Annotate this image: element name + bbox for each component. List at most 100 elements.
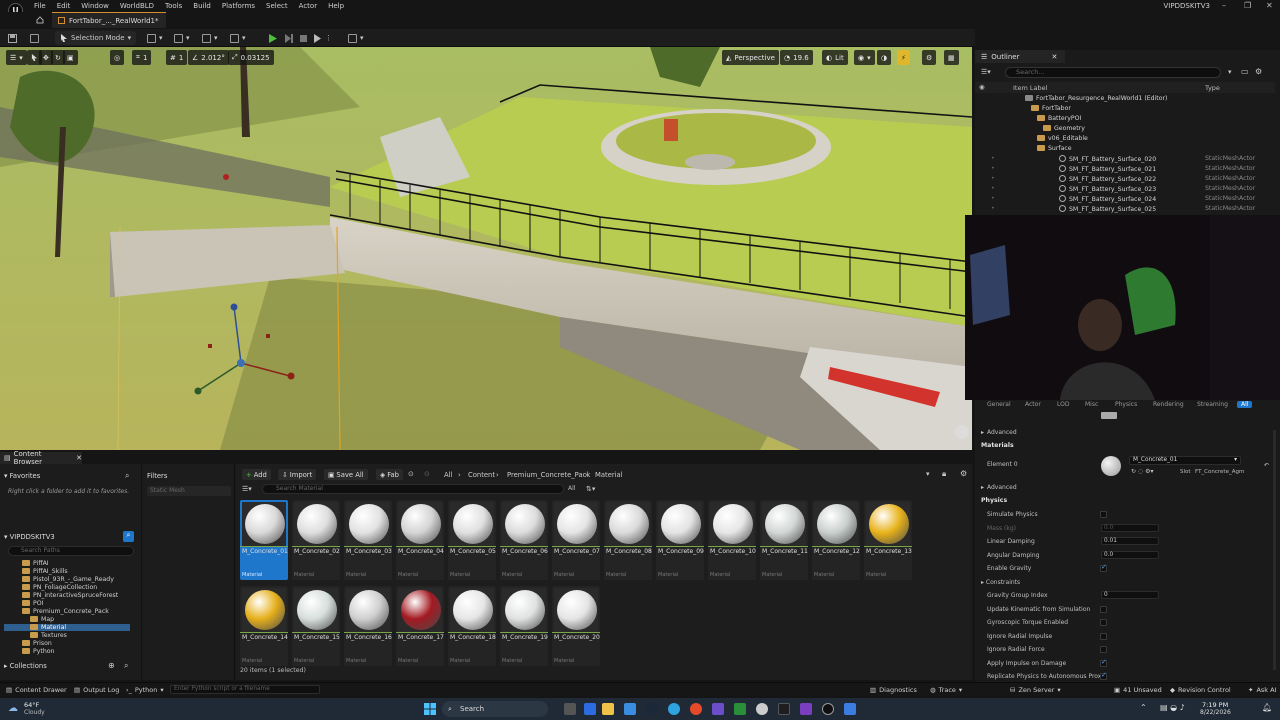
- asset-tile[interactable]: M_Concrete_16 Material: [344, 586, 392, 666]
- materials-section-header[interactable]: Materials: [981, 442, 1014, 449]
- path-tree-item[interactable]: POI: [22, 600, 43, 607]
- menu-select[interactable]: Select: [266, 2, 288, 10]
- unsaved-button[interactable]: ▣ 41 Unsaved: [1114, 686, 1162, 694]
- path-tree-item[interactable]: PiffAI_Skills: [22, 568, 68, 575]
- viewport-settings-button[interactable]: ⚙: [922, 50, 937, 65]
- path-tree-item[interactable]: Premium_Concrete_Pack: [22, 608, 109, 615]
- breadcrumb-content[interactable]: Content: [468, 471, 495, 479]
- outliner-row-actor[interactable]: • SM_FT_Battery_Surface_020 StaticMeshActo…: [975, 155, 1275, 165]
- menu-platforms[interactable]: Platforms: [222, 2, 255, 10]
- forward-arrow-icon[interactable]: ⊙: [424, 470, 430, 478]
- trace-button[interactable]: ◍ Trace ▾: [930, 686, 962, 694]
- visibility-icon[interactable]: •: [991, 205, 995, 212]
- windows-start-icon[interactable]: [424, 703, 436, 715]
- asset-tile[interactable]: M_Concrete_13 Material: [864, 500, 912, 580]
- asset-tile[interactable]: M_Concrete_11 Material: [760, 500, 808, 580]
- level-viewport[interactable]: [0, 47, 972, 450]
- asset-search-input[interactable]: Search Material: [262, 484, 564, 494]
- advanced-toggle[interactable]: Advanced: [987, 429, 1017, 436]
- world-local-toggle[interactable]: ◎: [110, 50, 125, 65]
- search-mode-all[interactable]: All: [568, 485, 575, 492]
- scale-snap-button[interactable]: ⤢ 0.03125: [228, 50, 274, 65]
- breadcrumb-pack[interactable]: Premium_Concrete_Pack: [507, 471, 590, 479]
- property-number-field[interactable]: 0.0: [1101, 550, 1159, 559]
- app-icon[interactable]: [800, 703, 812, 715]
- asset-tile[interactable]: M_Concrete_17 Material: [396, 586, 444, 666]
- gear-icon[interactable]: ⚙: [960, 469, 967, 478]
- outliner-row-actor[interactable]: • SM_FT_Battery_Surface_022 StaticMeshActo…: [975, 175, 1275, 185]
- physics-section-header[interactable]: Physics: [981, 497, 1007, 504]
- tab-misc[interactable]: Misc: [1085, 401, 1098, 408]
- import-button[interactable]: ⇩ Import: [278, 469, 317, 480]
- favorites-header[interactable]: ▾ Favorites: [4, 472, 40, 480]
- material-thumbnail[interactable]: [1101, 456, 1121, 476]
- tab-rendering[interactable]: Rendering: [1153, 401, 1184, 408]
- viewport-layout-button[interactable]: ▦: [944, 50, 959, 65]
- visibility-icon[interactable]: •: [991, 155, 995, 162]
- asset-tile[interactable]: M_Concrete_04 Material: [396, 500, 444, 580]
- outliner-search-input[interactable]: Search...: [1005, 67, 1221, 78]
- project-root-header[interactable]: ▾ VIPDDSKITV3: [4, 533, 55, 541]
- sort-icon[interactable]: ⇅▾: [586, 485, 595, 493]
- filter-chip-static-mesh[interactable]: Static Mesh: [147, 486, 231, 496]
- diagnostics-button[interactable]: ▥ Diagnostics: [870, 686, 917, 694]
- outliner-tab[interactable]: ☰ Outliner ✕: [975, 50, 1065, 63]
- scale-tool-button[interactable]: ▣: [63, 50, 78, 65]
- tab-streaming[interactable]: Streaming: [1197, 401, 1228, 408]
- output-log-button[interactable]: ▤ Output Log: [74, 686, 119, 694]
- home-icon[interactable]: [36, 16, 44, 24]
- content-browser-tab[interactable]: ▤ Content Browser ✕: [0, 450, 82, 466]
- visibility-icon[interactable]: •: [991, 185, 995, 192]
- epic-games-icon[interactable]: [778, 703, 790, 715]
- menu-help[interactable]: Help: [328, 2, 344, 10]
- tab-all[interactable]: All: [1237, 401, 1253, 408]
- widgets-icon[interactable]: [584, 703, 596, 715]
- notification-bell-icon[interactable]: 🔔︎: [1262, 703, 1272, 712]
- task-view-icon[interactable]: [564, 703, 576, 715]
- filter-icon[interactable]: ☰▾: [981, 68, 991, 76]
- chevron-down-icon[interactable]: ▾: [1228, 68, 1232, 76]
- property-checkbox[interactable]: [1100, 658, 1107, 667]
- cinematics-button[interactable]: ▾: [202, 32, 218, 44]
- viewport-options-button[interactable]: ☰ ▾: [6, 50, 27, 65]
- details-scrollbar[interactable]: [1273, 430, 1276, 670]
- property-checkbox[interactable]: [1100, 511, 1107, 518]
- tab-general[interactable]: General: [987, 401, 1011, 408]
- asset-tile[interactable]: M_Concrete_15 Material: [292, 586, 340, 666]
- visibility-column-icon[interactable]: ◉: [979, 83, 985, 91]
- path-tree-item[interactable]: Pistol_93R_-_Game_Ready: [22, 576, 114, 583]
- search-paths-icon[interactable]: ⌕: [123, 531, 134, 542]
- build-button[interactable]: ▾: [230, 32, 246, 44]
- column-type[interactable]: Type: [1205, 84, 1220, 92]
- add-button[interactable]: + Add: [242, 469, 271, 480]
- property-checkbox[interactable]: [1100, 671, 1107, 680]
- path-tree-item[interactable]: Prison: [22, 640, 52, 647]
- rotation-snap-button[interactable]: ∠ 2.012°: [188, 50, 229, 65]
- outliner-row-actor[interactable]: • SM_FT_Battery_Surface_025 StaticMeshActo…: [975, 205, 1275, 215]
- browse-asset-icon[interactable]: ↻ ◌ ⚙▾: [1131, 468, 1153, 475]
- path-tree-item[interactable]: PN_FoliageCollection: [22, 584, 97, 591]
- chrome-icon[interactable]: [690, 703, 702, 715]
- asset-tile[interactable]: M_Concrete_12 Material: [812, 500, 860, 580]
- asset-tile[interactable]: M_Concrete_10 Material: [708, 500, 756, 580]
- collections-header[interactable]: ▸ Collections: [4, 662, 47, 670]
- save-all-button[interactable]: ▣ Save All: [324, 469, 368, 480]
- edge-icon[interactable]: [668, 703, 680, 715]
- minimize-icon[interactable]: –: [1222, 1, 1226, 10]
- property-number-field[interactable]: 0.0: [1101, 523, 1159, 532]
- visibility-icon[interactable]: •: [991, 175, 995, 182]
- path-tree-item[interactable]: PN_interactiveSpruceForest: [22, 592, 118, 599]
- outliner-row-folder[interactable]: FortTabor: [975, 105, 1275, 115]
- app-icon[interactable]: [844, 703, 856, 715]
- tab-lod[interactable]: LOD: [1057, 401, 1069, 408]
- filter-icon[interactable]: ☰▾: [242, 485, 252, 493]
- tab-physics[interactable]: Physics: [1115, 401, 1137, 408]
- property-checkbox[interactable]: [1100, 632, 1107, 640]
- path-tree-item[interactable]: Python: [22, 648, 54, 655]
- asset-tile[interactable]: M_Concrete_09 Material: [656, 500, 704, 580]
- browse-button[interactable]: [30, 32, 39, 44]
- stop-button[interactable]: [299, 32, 308, 44]
- unreal-editor-icon[interactable]: [822, 703, 834, 715]
- search-icon[interactable]: ⌕: [125, 471, 129, 481]
- expand-advanced-icon[interactable]: ▸: [981, 484, 984, 491]
